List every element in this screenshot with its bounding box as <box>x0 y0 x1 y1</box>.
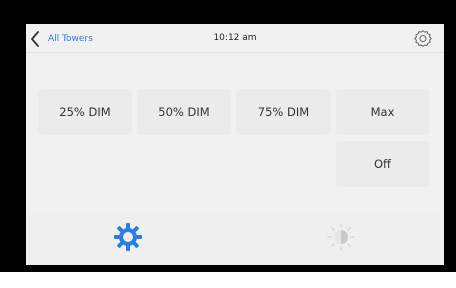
dim-25-button[interactable]: 25% DIM <box>38 89 132 135</box>
page-background <box>0 272 456 288</box>
gear-icon <box>414 30 432 47</box>
header-bar: All Towers 10:12 am <box>26 24 444 53</box>
settings-button[interactable] <box>412 28 434 50</box>
dim-75-button[interactable]: 75% DIM <box>236 89 331 135</box>
touch-screen: All Towers 10:12 am 25% DIM 50% DIM 75% … <box>26 24 444 265</box>
gear-icon <box>114 223 142 251</box>
brightness-icon <box>327 223 355 251</box>
max-button[interactable]: Max <box>336 89 429 135</box>
tab-brightness[interactable] <box>326 222 356 252</box>
off-button[interactable]: Off <box>336 141 429 187</box>
footer-tab-bar <box>26 214 444 265</box>
clock-time: 10:12 am <box>213 33 257 43</box>
tab-settings[interactable] <box>112 221 144 253</box>
dim-50-button[interactable]: 50% DIM <box>137 89 231 135</box>
